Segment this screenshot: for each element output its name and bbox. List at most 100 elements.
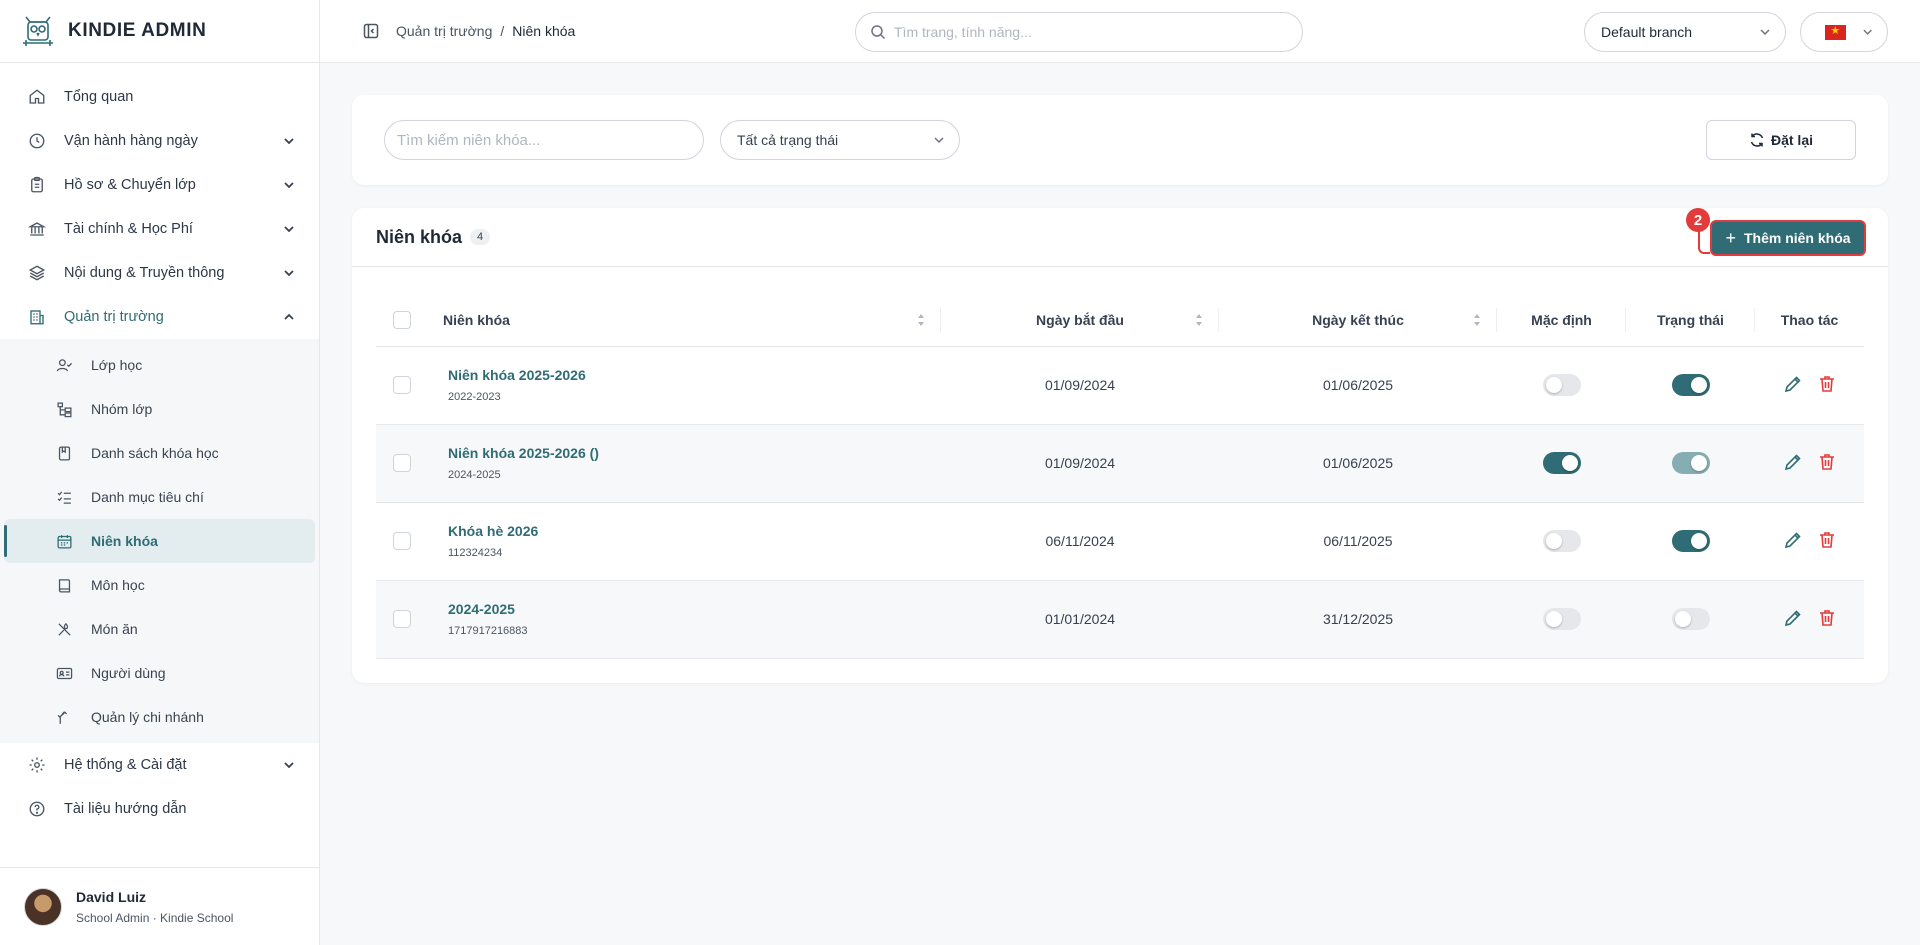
column-header-start-date[interactable]: Ngày bắt đầu <box>941 294 1219 347</box>
column-header-actions: Thao tác <box>1755 294 1864 347</box>
layers-icon <box>28 265 46 281</box>
end-date-cell: 06/11/2025 <box>1219 502 1497 581</box>
branch-select[interactable]: Default branch <box>1584 12 1786 52</box>
reset-button-label: Đặt lại <box>1770 132 1813 148</box>
end-date-cell: 01/06/2025 <box>1219 424 1497 503</box>
delete-trash-icon[interactable] <box>1817 530 1837 550</box>
sidebar-item-school-admin[interactable]: Quản trị trường <box>0 295 319 339</box>
name-cell: Niên khóa 2025-2026 () 2024-2025 <box>428 424 941 503</box>
school-year-name-link[interactable]: Khóa hè 2026 <box>448 523 941 539</box>
sort-icon[interactable] <box>1473 313 1481 327</box>
reset-button[interactable]: Đặt lại <box>1706 120 1856 160</box>
sidebar-item-content[interactable]: Nội dung & Truyền thông <box>0 251 319 295</box>
default-toggle[interactable] <box>1542 530 1581 552</box>
edit-pencil-icon[interactable] <box>1783 374 1803 394</box>
status-toggle[interactable] <box>1671 608 1710 630</box>
start-date-cell: 01/09/2024 <box>941 346 1219 425</box>
edit-pencil-icon[interactable] <box>1783 452 1803 472</box>
row-checkbox[interactable] <box>393 610 411 629</box>
sidebar-item-classes[interactable]: Lớp học <box>4 343 315 387</box>
breadcrumb: Quản trị trường / Niên khóa <box>396 23 575 39</box>
row-checkbox[interactable] <box>393 376 411 395</box>
column-header-default: Mặc định <box>1497 294 1626 347</box>
start-date-cell: 06/11/2024 <box>941 502 1219 581</box>
delete-trash-icon[interactable] <box>1817 452 1837 472</box>
actions-cell <box>1755 424 1864 503</box>
status-cell <box>1626 502 1755 581</box>
breadcrumb-parent[interactable]: Quản trị trường <box>396 23 492 39</box>
sidebar-item-label: Quản lý chi nhánh <box>91 709 204 725</box>
column-header-end-date[interactable]: Ngày kết thúc <box>1219 294 1497 347</box>
column-header-label: Thao tác <box>1780 311 1839 328</box>
delete-trash-icon[interactable] <box>1817 374 1837 394</box>
breadcrumb-separator: / <box>500 23 505 39</box>
edit-pencil-icon[interactable] <box>1783 530 1803 550</box>
sidebar-item-label: Môn học <box>91 577 145 593</box>
school-year-search-input[interactable] <box>397 131 691 149</box>
bank-icon <box>28 222 46 236</box>
school-year-code: 1717917216883 <box>448 625 528 637</box>
school-year-code: 112324234 <box>448 547 503 559</box>
add-school-year-button[interactable]: + Thêm niên khóa <box>1710 220 1866 256</box>
column-header-label: Mặc định <box>1531 311 1592 328</box>
select-all-checkbox[interactable] <box>393 310 411 329</box>
status-toggle[interactable] <box>1671 374 1710 396</box>
school-year-search[interactable] <box>384 120 704 160</box>
brand-name: KINDIE ADMIN <box>68 20 207 41</box>
end-date-cell: 31/12/2025 <box>1219 580 1497 659</box>
global-search-input[interactable] <box>894 24 1274 40</box>
sidebar-item-finance[interactable]: Tài chính & Học Phí <box>0 207 319 251</box>
status-cell <box>1626 424 1755 503</box>
sidebar-item-label: Nội dung & Truyền thông <box>64 265 225 281</box>
row-checkbox[interactable] <box>393 532 411 551</box>
status-filter-select[interactable]: Tất cả trạng thái <box>720 120 960 160</box>
sidebar-item-records[interactable]: Hồ sơ & Chuyển lớp <box>0 163 319 207</box>
sidebar-item-label: Tổng quan <box>64 89 134 105</box>
edit-pencil-icon[interactable] <box>1783 608 1803 628</box>
sidebar-item-course-list[interactable]: Danh sách khóa học <box>4 431 315 475</box>
sidebar-toggle-icon[interactable] <box>363 23 379 39</box>
sidebar-item-school-years[interactable]: Niên khóa <box>4 519 315 563</box>
plus-icon: + <box>1725 227 1736 248</box>
default-toggle[interactable] <box>1542 452 1581 474</box>
card-header: Niên khóa 4 2 + Thêm niên khóa <box>352 208 1888 267</box>
global-search[interactable] <box>855 12 1303 52</box>
status-toggle[interactable] <box>1671 530 1710 552</box>
sidebar-item-criteria[interactable]: Danh mục tiêu chí <box>4 475 315 519</box>
sort-icon[interactable] <box>917 313 925 327</box>
school-year-name-link[interactable]: Niên khóa 2025-2026 () <box>448 445 941 461</box>
table-header-row: Niên khóa Ngày bắt đầu Ngày kết thúc Mặc… <box>376 294 1864 347</box>
sidebar-item-label: Niên khóa <box>91 533 158 549</box>
sidebar-item-dishes[interactable]: Món ăn <box>4 607 315 651</box>
sidebar-item-label: Món ăn <box>91 621 138 637</box>
card-title: Niên khóa <box>376 226 463 247</box>
user-profile[interactable]: David Luiz School Admin · Kindie School <box>0 867 320 945</box>
sidebar-item-users[interactable]: Người dùng <box>4 651 315 695</box>
row-checkbox[interactable] <box>393 454 411 473</box>
sidebar-item-system-settings[interactable]: Hệ thống & Cài đặt <box>0 743 319 787</box>
sort-icon[interactable] <box>1195 313 1203 327</box>
select-all-cell <box>376 294 428 347</box>
sidebar: KINDIE ADMIN Tổng quan Vận hành hàng ngà… <box>0 0 320 945</box>
row-select-cell <box>376 580 428 659</box>
name-cell: Niên khóa 2025-2026 2022-2023 <box>428 346 941 425</box>
vietnam-flag-icon <box>1825 24 1846 40</box>
default-toggle[interactable] <box>1542 608 1581 630</box>
building-icon <box>30 310 44 325</box>
default-toggle[interactable] <box>1542 374 1581 396</box>
branch-select-value: Default branch <box>1601 24 1693 40</box>
sidebar-item-docs[interactable]: Tài liệu hướng dẫn <box>0 787 319 831</box>
brand[interactable]: KINDIE ADMIN <box>0 0 319 63</box>
sidebar-item-subjects[interactable]: Môn học <box>4 563 315 607</box>
sidebar-item-class-groups[interactable]: Nhóm lớp <box>4 387 315 431</box>
status-toggle[interactable] <box>1671 452 1710 474</box>
delete-trash-icon[interactable] <box>1817 608 1837 628</box>
sidebar-item-daily-operations[interactable]: Vận hành hàng ngày <box>0 119 319 163</box>
sidebar-item-overview[interactable]: Tổng quan <box>0 75 319 119</box>
refresh-icon <box>1750 133 1764 147</box>
language-select[interactable] <box>1800 12 1888 52</box>
column-header-name[interactable]: Niên khóa <box>428 294 941 347</box>
school-year-name-link[interactable]: 2024-2025 <box>448 601 941 617</box>
sidebar-item-branches[interactable]: Quản lý chi nhánh <box>4 695 315 739</box>
school-year-name-link[interactable]: Niên khóa 2025-2026 <box>448 367 941 383</box>
